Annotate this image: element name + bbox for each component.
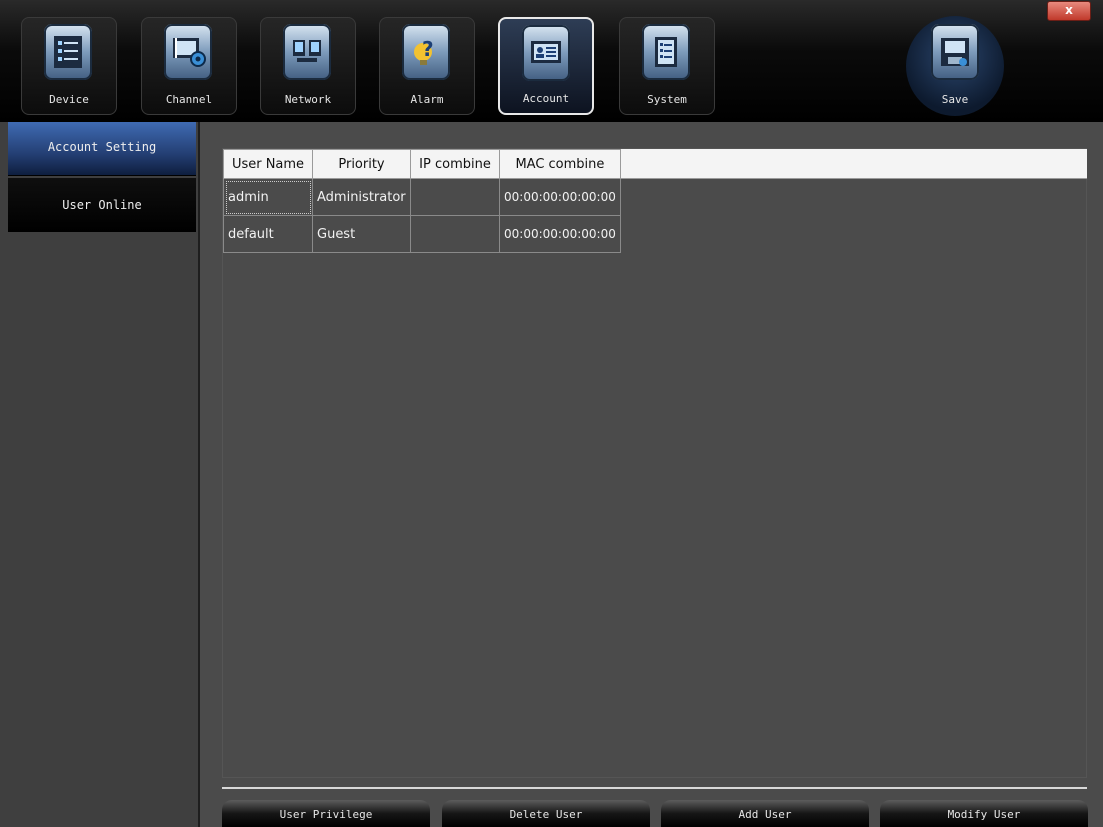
save-button[interactable]: Save: [906, 16, 1004, 116]
cell-priority: Administrator: [312, 178, 411, 216]
save-label: Save: [941, 93, 969, 106]
tab-device[interactable]: Device: [21, 17, 117, 115]
tab-network-label: Network: [284, 93, 332, 106]
account-icon: [522, 25, 570, 81]
add-user-button[interactable]: Add User: [661, 800, 869, 827]
tab-account[interactable]: Account: [498, 17, 594, 115]
column-header-ip-combine[interactable]: IP combine: [410, 149, 500, 179]
close-button[interactable]: x: [1047, 1, 1091, 21]
table-row[interactable]: default Guest 00:00:00:00:00:00: [223, 215, 621, 253]
cell-ip-combine: [410, 215, 500, 253]
sidebar-item-user-online[interactable]: User Online: [8, 178, 196, 232]
tab-system[interactable]: System: [619, 17, 715, 115]
network-icon: [283, 24, 331, 80]
sidebar-item-account-setting[interactable]: Account Setting: [8, 122, 196, 176]
tab-alarm-label: Alarm: [410, 93, 444, 106]
tab-system-label: System: [647, 93, 687, 106]
column-header-mac-combine[interactable]: MAC combine: [499, 149, 621, 179]
alarm-icon: ?: [402, 24, 450, 80]
save-icon: [931, 24, 979, 80]
user-table: User Name Priority IP combine MAC combin…: [223, 149, 621, 253]
column-header-priority[interactable]: Priority: [312, 149, 411, 179]
device-icon: [44, 24, 92, 80]
sidebar-divider: [198, 122, 200, 827]
tab-device-label: Device: [49, 93, 89, 106]
cell-ip-combine: [410, 178, 500, 216]
config-window: Device Channel Network ? Alarm Account S…: [0, 0, 1103, 827]
user-table-panel: User Name Priority IP combine MAC combin…: [222, 148, 1087, 778]
tab-alarm[interactable]: ? Alarm: [379, 17, 475, 115]
tab-network[interactable]: Network: [260, 17, 356, 115]
cell-mac-combine: 00:00:00:00:00:00: [499, 215, 621, 253]
delete-user-button[interactable]: Delete User: [442, 800, 650, 827]
tab-channel-label: Channel: [165, 93, 213, 106]
user-privilege-button[interactable]: User Privilege: [222, 800, 430, 827]
modify-user-button[interactable]: Modify User: [880, 800, 1088, 827]
tab-account-label: Account: [522, 92, 570, 105]
tab-channel[interactable]: Channel: [141, 17, 237, 115]
cell-user-name: default: [223, 215, 313, 253]
cell-priority: Guest: [312, 215, 411, 253]
sidebar: Account Setting User Online: [0, 122, 200, 827]
svg-text:?: ?: [422, 37, 434, 61]
table-header-row: User Name Priority IP combine MAC combin…: [223, 149, 621, 179]
cell-mac-combine: 00:00:00:00:00:00: [499, 178, 621, 216]
channel-icon: [164, 24, 212, 80]
top-toolbar: Device Channel Network ? Alarm Account S…: [0, 0, 1103, 122]
system-icon: [642, 24, 690, 80]
table-header-fill: [619, 149, 1087, 179]
table-row[interactable]: admin Administrator 00:00:00:00:00:00: [223, 178, 621, 216]
column-header-user-name[interactable]: User Name: [223, 149, 313, 179]
cell-user-name: admin: [223, 178, 313, 216]
actions-divider: [222, 787, 1087, 789]
